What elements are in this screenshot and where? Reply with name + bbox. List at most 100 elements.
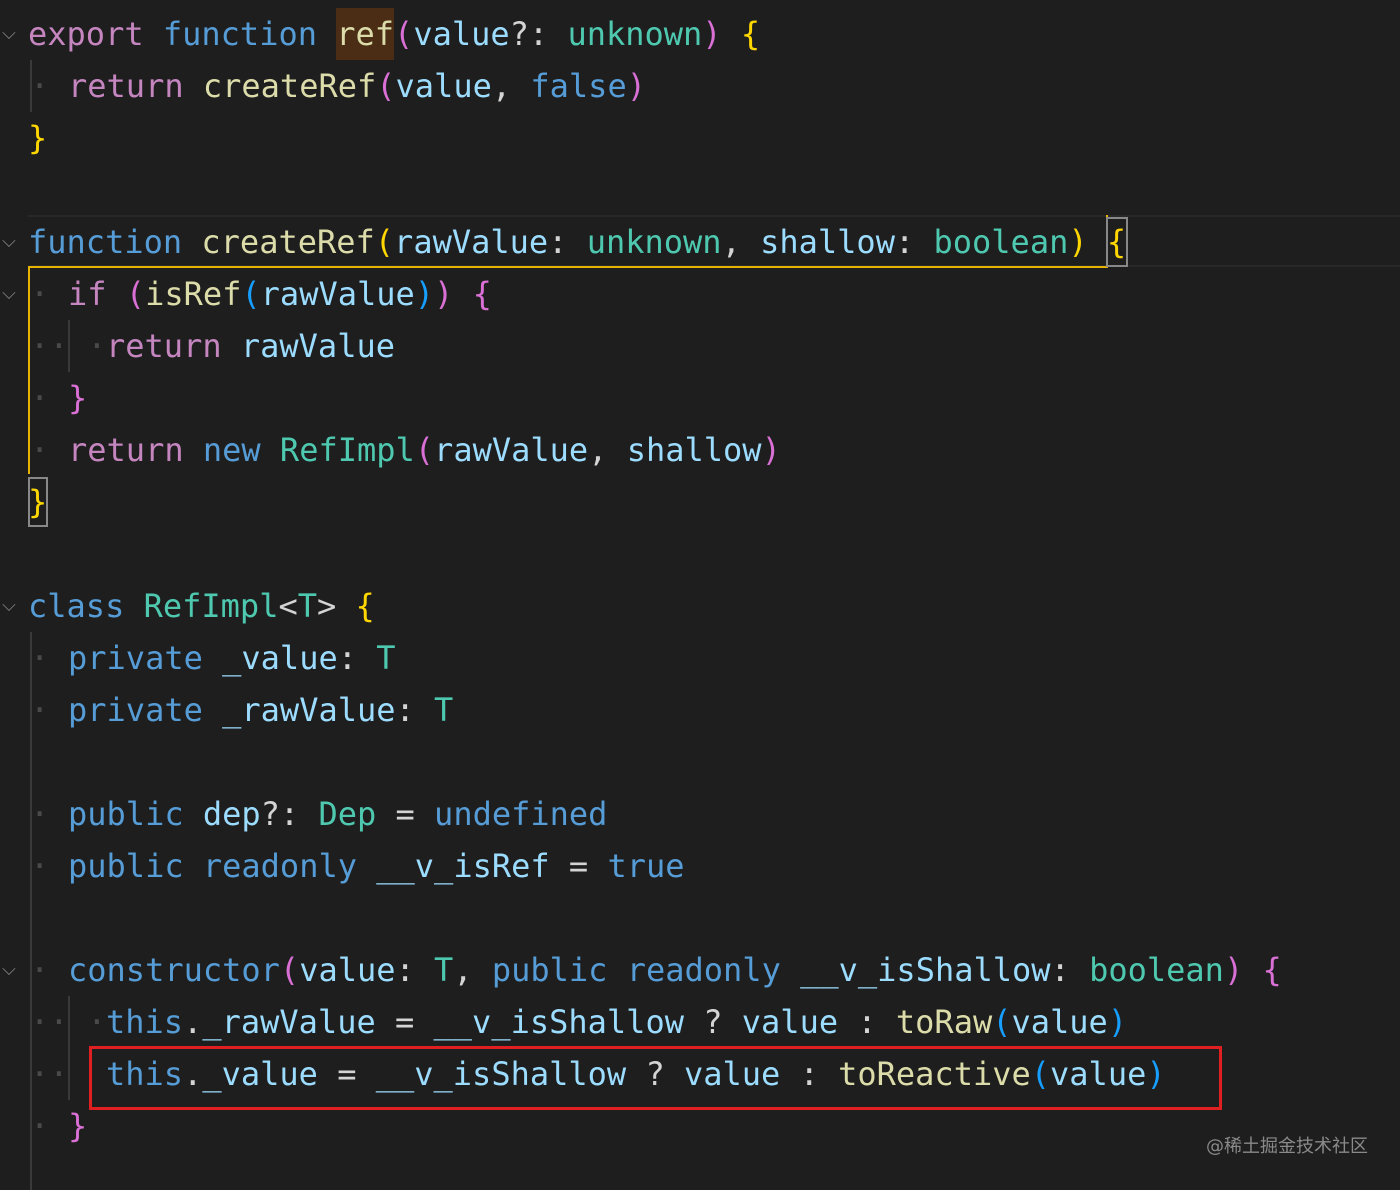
code-editor[interactable]: · · ·· · · · · · · · · ·· · ·· · ⌵ ⌵ ⌵ ⌵… bbox=[0, 0, 1400, 1190]
code-token: ( bbox=[414, 431, 435, 469]
code-token: : bbox=[337, 639, 377, 677]
code-token: ( bbox=[394, 15, 414, 53]
whitespace-marker: · bbox=[30, 639, 50, 677]
code-token: ) bbox=[761, 431, 781, 469]
whitespace-marker: · bbox=[30, 795, 50, 833]
code-token: private bbox=[68, 639, 203, 677]
code-line[interactable]: constructor(value: T, public readonly __… bbox=[68, 944, 1282, 996]
fold-chevron-icon[interactable]: ⌵ bbox=[0, 580, 18, 632]
fold-chevron-icon[interactable]: ⌵ bbox=[0, 268, 18, 320]
whitespace-marker: ·· bbox=[30, 327, 69, 365]
code-line[interactable]: private _value: T bbox=[68, 632, 396, 684]
code-line[interactable]: function createRef(rawValue: unknown, sh… bbox=[28, 216, 1126, 268]
code-line[interactable]: return new RefImpl(rawValue, shallow) bbox=[68, 424, 781, 476]
whitespace-marker: · bbox=[30, 847, 50, 885]
code-token: if bbox=[68, 275, 107, 313]
code-token: boolean bbox=[933, 223, 1069, 261]
code-token: createRef bbox=[201, 223, 375, 261]
code-line[interactable]: private _rawValue: T bbox=[68, 684, 453, 736]
code-token: _rawValue bbox=[222, 691, 396, 729]
code-token: : bbox=[1050, 951, 1090, 989]
code-line[interactable]: } bbox=[68, 372, 87, 424]
code-token: rawValue bbox=[240, 327, 395, 365]
code-token: new bbox=[202, 431, 261, 469]
code-token: ? bbox=[683, 1003, 742, 1041]
code-token: __v_isShallow bbox=[433, 1003, 684, 1041]
code-token: ) bbox=[1107, 1003, 1128, 1041]
code-line[interactable]: } bbox=[68, 1100, 87, 1152]
code-token: function bbox=[162, 15, 317, 53]
code-token: ) bbox=[414, 275, 435, 313]
code-token: RefImpl bbox=[143, 587, 279, 625]
code-line[interactable]: public dep?: Dep = undefined bbox=[68, 788, 607, 840]
whitespace-marker: · bbox=[30, 951, 50, 989]
code-token: return bbox=[68, 431, 184, 469]
code-line[interactable]: public readonly __v_isRef = true bbox=[68, 840, 685, 892]
code-token: return bbox=[106, 327, 222, 365]
code-line[interactable]: return createRef(value, false) bbox=[68, 60, 646, 112]
code-token: private bbox=[68, 691, 203, 729]
code-token: : bbox=[395, 691, 435, 729]
code-token: unknown bbox=[567, 15, 703, 53]
code-token: , bbox=[453, 951, 492, 989]
code-token: ) bbox=[626, 67, 646, 105]
code-token: class bbox=[28, 587, 125, 625]
code-token: : bbox=[548, 223, 587, 261]
code-token: T bbox=[376, 639, 396, 677]
code-line[interactable]: this._rawValue = __v_isShallow ? value :… bbox=[106, 996, 1127, 1048]
code-token: boolean bbox=[1089, 951, 1224, 989]
code-line[interactable]: export function ref(value?: unknown) { bbox=[28, 8, 760, 60]
code-token: undefined bbox=[434, 795, 608, 833]
code-token: value bbox=[299, 951, 396, 989]
code-line[interactable]: class RefImpl<T> { bbox=[28, 580, 375, 632]
fold-chevron-icon[interactable]: ⌵ bbox=[0, 8, 18, 60]
code-token: ) bbox=[1068, 223, 1088, 261]
code-token: readonly bbox=[202, 847, 357, 885]
code-token: ( bbox=[992, 1003, 1012, 1041]
fold-chevron-icon[interactable]: ⌵ bbox=[0, 216, 18, 268]
code-token: { bbox=[1262, 951, 1282, 989]
whitespace-marker: · bbox=[30, 1107, 50, 1145]
code-token: T bbox=[297, 587, 317, 625]
code-token: { bbox=[1106, 223, 1127, 261]
fold-chevron-icon[interactable]: ⌵ bbox=[0, 944, 18, 996]
code-line[interactable]: } bbox=[28, 476, 47, 528]
code-token: rawValue bbox=[394, 223, 549, 261]
code-token: ) bbox=[1223, 951, 1244, 989]
code-token: true bbox=[607, 847, 685, 885]
code-token: constructor bbox=[68, 951, 280, 989]
code-token: } bbox=[68, 379, 88, 417]
code-token: shallow bbox=[760, 223, 895, 261]
code-token: Dep bbox=[318, 795, 377, 833]
code-token: public bbox=[491, 951, 608, 989]
code-line[interactable]: return rawValue bbox=[106, 320, 395, 372]
whitespace-marker: · bbox=[30, 379, 50, 417]
code-token: > bbox=[316, 587, 337, 625]
code-token: public bbox=[68, 795, 184, 833]
code-token: = bbox=[376, 795, 435, 833]
code-line[interactable]: } bbox=[28, 112, 47, 164]
code-token: ) bbox=[434, 275, 454, 313]
code-token: ( bbox=[374, 223, 395, 261]
code-token: } bbox=[68, 1107, 88, 1145]
code-token: { bbox=[740, 15, 761, 53]
whitespace-marker: · bbox=[68, 1003, 107, 1041]
code-token: , bbox=[491, 67, 531, 105]
code-token: : bbox=[838, 1003, 896, 1041]
code-line[interactable]: if (isRef(rawValue)) { bbox=[68, 268, 492, 320]
whitespace-marker: · bbox=[30, 691, 50, 729]
code-token: , bbox=[588, 431, 627, 469]
code-token: { bbox=[472, 275, 492, 313]
